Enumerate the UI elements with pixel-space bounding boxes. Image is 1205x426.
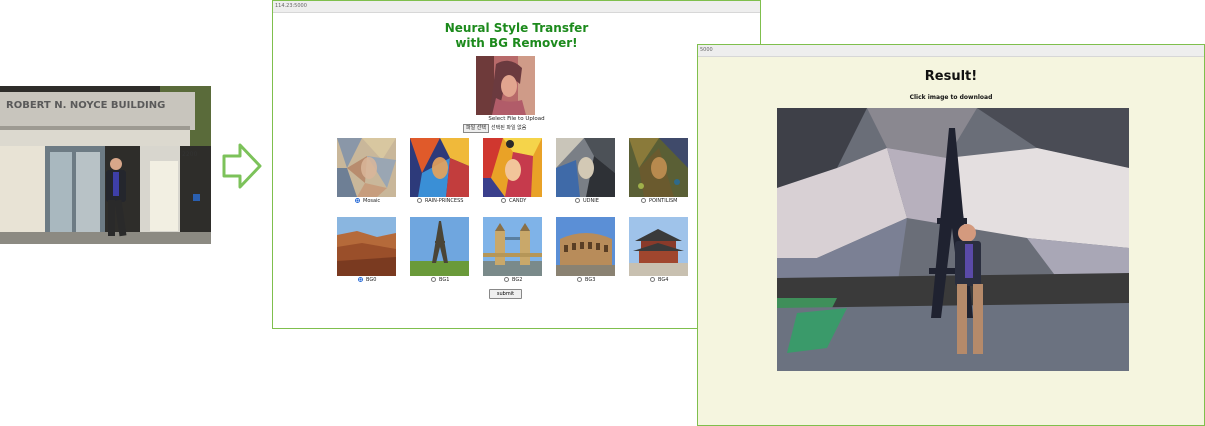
download-hint: Click image to download [909,94,993,101]
bg-thumb-3-colosseum[interactable] [556,217,615,276]
radio-selected-icon[interactable] [358,277,363,282]
right-arrow-icon [222,142,262,190]
radio-icon[interactable] [501,198,506,203]
address-bar[interactable]: 114.23:5000 [273,1,760,13]
uploaded-image-preview [476,56,535,115]
style-radio-candy[interactable]: CANDY [501,198,526,204]
style-radio-udnie[interactable]: UDNIE [575,198,599,204]
bg-radio-0[interactable]: BG0 [358,277,376,283]
radio-icon[interactable] [577,277,582,282]
bg-thumb-0-canyon[interactable] [337,217,396,276]
style-radio-mosaic[interactable]: Mosaic [355,198,380,204]
style-thumb-rain-princess[interactable] [410,138,469,197]
result-window: 5000 Result! Click image to download [697,44,1205,426]
style-radio-rain-princess[interactable]: RAIN-PRINCESS [417,198,463,204]
style-transfer-window: 114.23:5000 Neural Style Transfer with B… [272,0,761,329]
bg-radio-3[interactable]: BG3 [577,277,595,283]
photo-sign-text: ROBERT N. NOYCE BUILDING [6,100,165,111]
radio-icon[interactable] [650,277,655,282]
bg-radio-1[interactable]: BG1 [431,277,449,283]
bg-thumb-4-palace[interactable] [629,217,688,276]
style-thumb-pointilism[interactable] [629,138,688,197]
radio-icon[interactable] [417,198,422,203]
style-thumb-mosaic[interactable] [337,138,396,197]
radio-icon[interactable] [641,198,646,203]
page-title: Neural Style Transfer with BG Remover! [444,21,589,50]
input-photo: ROBERT N. NOYCE BUILDING 2200 [0,86,211,244]
file-upload-control: 파일 선택 선택된 파일 없음 [463,124,526,133]
bg-thumb-1-eiffel[interactable] [410,217,469,276]
file-status-text: 선택된 파일 없음 [491,125,527,131]
radio-icon[interactable] [431,277,436,282]
upload-label: Select File to Upload [488,116,545,122]
result-image[interactable] [777,108,1129,371]
style-radio-pointilism[interactable]: POINTILISM [641,198,677,204]
photo-number-text: 2200 [182,151,197,158]
submit-button[interactable]: submit [489,289,522,299]
style-thumb-udnie[interactable] [556,138,615,197]
radio-icon[interactable] [575,198,580,203]
radio-selected-icon[interactable] [355,198,360,203]
bg-thumb-2-tower-bridge[interactable] [483,217,542,276]
result-title: Result! [924,69,978,84]
choose-file-button[interactable]: 파일 선택 [463,124,489,133]
address-bar[interactable]: 5000 [698,45,1204,57]
bg-radio-2[interactable]: BG2 [504,277,522,283]
radio-icon[interactable] [504,277,509,282]
style-thumb-candy[interactable] [483,138,542,197]
bg-radio-4[interactable]: BG4 [650,277,668,283]
